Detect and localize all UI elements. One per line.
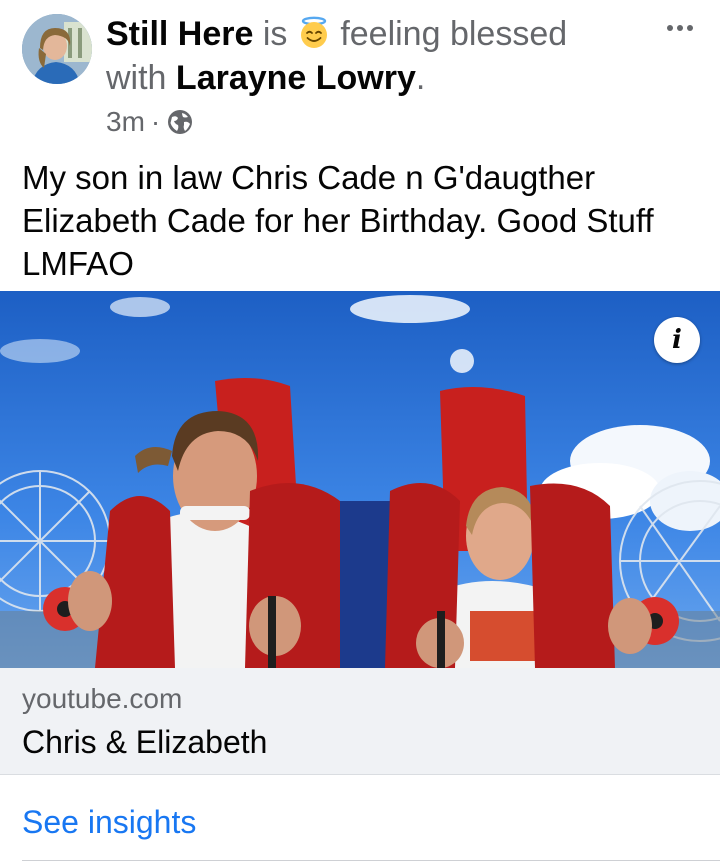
dot bbox=[687, 25, 693, 31]
meta-separator: · bbox=[150, 106, 161, 137]
with-text: with bbox=[106, 59, 167, 97]
post-header: Still Here is feeling blessed with Laray… bbox=[0, 0, 720, 150]
see-insights-link[interactable]: See insights bbox=[22, 802, 196, 842]
thumbnail-image bbox=[0, 291, 720, 668]
feed-post: Still Here is feeling blessed with Laray… bbox=[0, 0, 720, 863]
avatar-image bbox=[22, 14, 92, 84]
link-preview[interactable]: youtube.com Chris & Elizabeth bbox=[0, 668, 720, 775]
info-button[interactable]: i bbox=[654, 317, 700, 363]
feeling-text[interactable]: feeling blessed bbox=[340, 15, 567, 53]
more-options-icon[interactable] bbox=[660, 14, 700, 42]
post-headline: Still Here is feeling blessed with Laray… bbox=[106, 12, 646, 100]
post-timestamp[interactable]: 3m bbox=[106, 104, 145, 140]
video-thumbnail[interactable]: i bbox=[0, 291, 720, 668]
dot bbox=[667, 25, 673, 31]
globe-icon[interactable] bbox=[166, 108, 194, 136]
dot bbox=[677, 25, 683, 31]
is-text: is bbox=[262, 15, 288, 53]
post-message: My son in law Chris Cade n G'daugther El… bbox=[22, 159, 654, 282]
link-title: Chris & Elizabeth bbox=[22, 724, 268, 760]
author-name[interactable]: Still Here bbox=[106, 15, 253, 53]
divider bbox=[22, 860, 720, 861]
author-avatar[interactable] bbox=[22, 14, 92, 84]
tagged-person[interactable]: Larayne Lowry bbox=[176, 59, 416, 97]
link-domain: youtube.com bbox=[22, 683, 183, 714]
headline-period: . bbox=[415, 59, 426, 97]
post-meta: 3m · bbox=[106, 104, 194, 140]
smiling-face-with-halo-icon bbox=[297, 16, 331, 50]
